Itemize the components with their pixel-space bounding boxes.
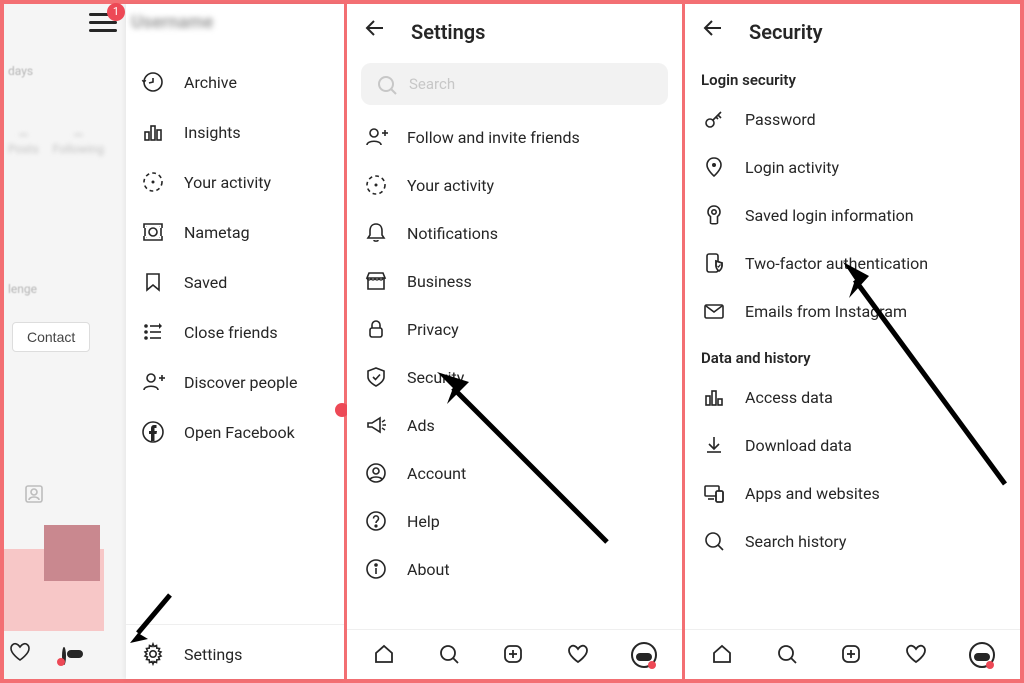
bottom-nav xyxy=(347,629,682,679)
download-icon xyxy=(701,432,727,458)
drawer-item-your-activity[interactable]: Your activity xyxy=(126,157,344,207)
settings-item-help[interactable]: Help xyxy=(347,497,682,545)
drawer-item-archive[interactable]: Archive xyxy=(126,57,344,107)
settings-item-notifications[interactable]: Notifications xyxy=(347,209,682,257)
back-arrow-icon[interactable] xyxy=(363,16,389,47)
activity-icon xyxy=(140,169,166,195)
search-icon xyxy=(375,73,397,95)
drawer-item-open-facebook[interactable]: Open Facebook xyxy=(126,407,344,457)
home-icon[interactable] xyxy=(371,641,399,669)
security-item-password[interactable]: Password xyxy=(685,95,1020,143)
heart-icon[interactable] xyxy=(903,641,931,669)
account-icon xyxy=(363,460,389,486)
profile-background-strip: days —Posts —Following lenge Contact xyxy=(4,4,126,679)
discover-people-icon xyxy=(140,369,166,395)
follow-invite-icon xyxy=(363,124,389,150)
keyhole-icon xyxy=(701,202,727,228)
settings-item-account[interactable]: Account xyxy=(347,449,682,497)
days-text: days xyxy=(8,64,33,78)
notification-badge: 1 xyxy=(107,3,125,21)
phone-shield-icon xyxy=(701,250,727,276)
security-item-saved-login[interactable]: Saved login information xyxy=(685,191,1020,239)
key-icon xyxy=(701,106,727,132)
section-data-history: Data and history xyxy=(685,335,1020,373)
tagged-posts-icon[interactable] xyxy=(22,482,48,508)
devices-icon xyxy=(701,480,727,506)
settings-item-privacy[interactable]: Privacy xyxy=(347,305,682,353)
drawer-item-close-friends[interactable]: Close friends xyxy=(126,307,344,357)
panel-profile-drawer: days —Posts —Following lenge Contact 1 xyxy=(4,4,344,679)
profile-avatar-icon[interactable] xyxy=(968,641,996,669)
drawer-item-nametag[interactable]: Nametag xyxy=(126,207,344,257)
heart-icon[interactable] xyxy=(8,640,36,671)
heart-icon[interactable] xyxy=(565,641,593,669)
profile-avatar-icon[interactable] xyxy=(630,641,658,669)
settings-gear-icon xyxy=(140,641,166,667)
insights-icon xyxy=(140,119,166,145)
header-title: Settings xyxy=(411,20,485,44)
panel-settings: Settings Search Follow and invite friend… xyxy=(347,4,682,679)
bottom-nav xyxy=(685,629,1020,679)
new-post-icon[interactable] xyxy=(838,641,866,669)
bell-icon xyxy=(363,220,389,246)
security-item-download-data[interactable]: Download data xyxy=(685,421,1020,469)
username-blurred: Username xyxy=(131,12,213,33)
challenge-text-fragment: lenge xyxy=(8,282,37,296)
search-icon[interactable] xyxy=(774,641,802,669)
megaphone-icon xyxy=(363,412,389,438)
drawer-item-insights[interactable]: Insights xyxy=(126,107,344,157)
home-icon[interactable] xyxy=(709,641,737,669)
drawer-item-discover-people[interactable]: Discover people xyxy=(126,357,344,407)
back-arrow-icon[interactable] xyxy=(701,16,727,47)
search-input[interactable]: Search xyxy=(361,63,668,105)
search-placeholder: Search xyxy=(409,75,455,93)
nametag-icon xyxy=(140,219,166,245)
mail-icon xyxy=(701,298,727,324)
drawer-item-settings[interactable]: Settings xyxy=(126,631,344,677)
security-item-login-activity[interactable]: Login activity xyxy=(685,143,1020,191)
security-item-search-history[interactable]: Search history xyxy=(685,517,1020,565)
security-item-apps-websites[interactable]: Apps and websites xyxy=(685,469,1020,517)
hamburger-menu-icon[interactable]: 1 xyxy=(89,13,117,33)
saved-icon xyxy=(140,269,166,295)
storefront-icon xyxy=(363,268,389,294)
facebook-icon xyxy=(140,419,166,445)
search-icon xyxy=(701,528,727,554)
profile-avatar-icon[interactable] xyxy=(62,649,66,663)
help-icon xyxy=(363,508,389,534)
search-icon[interactable] xyxy=(436,641,464,669)
activity-icon xyxy=(363,172,389,198)
drawer-item-saved[interactable]: Saved xyxy=(126,257,344,307)
side-drawer: 1 Username Archive Insights Your activit… xyxy=(126,4,344,679)
panel-security: Security Login security Password Login a… xyxy=(685,4,1020,679)
info-icon xyxy=(363,556,389,582)
section-login-security: Login security xyxy=(685,57,1020,95)
shield-icon xyxy=(363,364,389,390)
settings-item-follow-invite[interactable]: Follow and invite friends xyxy=(347,113,682,161)
settings-item-about[interactable]: About xyxy=(347,545,682,593)
settings-item-business[interactable]: Business xyxy=(347,257,682,305)
location-pin-icon xyxy=(701,154,727,180)
lock-icon xyxy=(363,316,389,342)
header-title: Security xyxy=(749,20,823,44)
settings-item-your-activity[interactable]: Your activity xyxy=(347,161,682,209)
archive-icon xyxy=(140,69,166,95)
new-post-icon[interactable] xyxy=(500,641,528,669)
settings-item-security[interactable]: Security xyxy=(347,353,682,401)
contact-button[interactable]: Contact xyxy=(12,322,90,352)
post-thumbnail[interactable] xyxy=(44,525,100,581)
close-friends-icon xyxy=(140,319,166,345)
security-item-two-factor[interactable]: Two-factor authentication xyxy=(685,239,1020,287)
settings-item-ads[interactable]: Ads xyxy=(347,401,682,449)
security-item-access-data[interactable]: Access data xyxy=(685,373,1020,421)
security-item-emails[interactable]: Emails from Instagram xyxy=(685,287,1020,335)
bars-icon xyxy=(701,384,727,410)
